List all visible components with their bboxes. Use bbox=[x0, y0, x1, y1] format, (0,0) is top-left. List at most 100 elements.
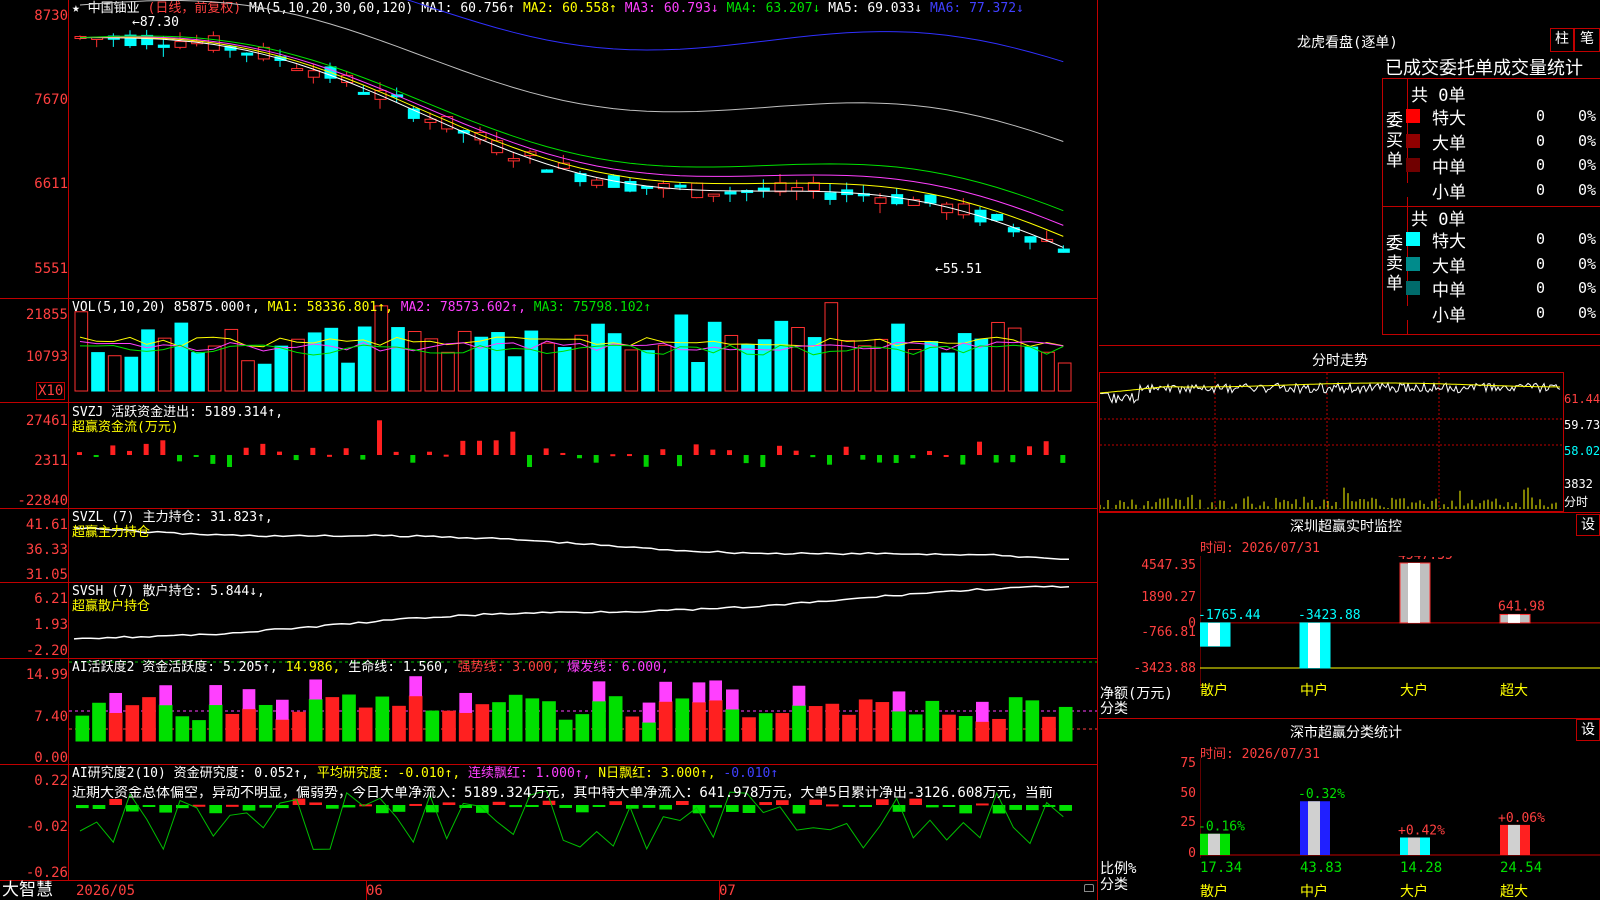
candle-body bbox=[157, 44, 170, 48]
research-bar bbox=[126, 805, 139, 812]
ratio-value-label: 14.28 bbox=[1400, 860, 1442, 876]
flow-bar bbox=[877, 455, 882, 463]
y-label: -2.20 bbox=[25, 643, 68, 659]
candle-body bbox=[1007, 227, 1020, 233]
pen-mode-button[interactable]: 笔 bbox=[1574, 28, 1600, 52]
chart-area[interactable]: 8730 7670 6611 5551 21855 10793 X10 2746… bbox=[0, 0, 1098, 900]
candle-body bbox=[774, 182, 787, 193]
app-logo: 大智慧 bbox=[2, 880, 53, 900]
ss-settings-button[interactable]: 设 bbox=[1576, 719, 1600, 741]
volume-bar bbox=[907, 348, 922, 392]
flow-bar bbox=[143, 443, 149, 455]
flow-bar bbox=[710, 449, 716, 455]
flow-bar bbox=[243, 447, 249, 455]
research-bar bbox=[226, 804, 239, 807]
volume-bar bbox=[524, 330, 539, 392]
research-bar bbox=[342, 805, 356, 808]
sz-settings-button[interactable]: 设 bbox=[1576, 514, 1600, 536]
sz-monitor-chart[interactable]: 4547.351890.270-766.81-3423.88-1765.44散户… bbox=[1200, 556, 1600, 696]
bar-mode-button[interactable]: 柱 bbox=[1550, 28, 1574, 52]
sell-row: 中单 0 0% bbox=[1406, 276, 1600, 301]
ai3-pane-title: AI研究度2(10) 资金研究度: 0.052↑, 平均研究度: -0.010↑… bbox=[72, 766, 779, 781]
volume-bar bbox=[791, 326, 805, 392]
research-bar bbox=[659, 805, 672, 810]
activity-bar bbox=[742, 717, 756, 742]
volume-bar bbox=[191, 352, 205, 392]
price-line bbox=[1100, 381, 1561, 404]
ai3-chart[interactable] bbox=[69, 765, 1097, 880]
volume-bar bbox=[1007, 327, 1022, 392]
row-name: 特大 bbox=[1432, 232, 1466, 252]
volume-bar bbox=[774, 320, 789, 392]
volume-bar bbox=[341, 362, 355, 392]
activity-top bbox=[459, 692, 472, 713]
volume-bar bbox=[1024, 346, 1039, 392]
ss-y-label: 0 bbox=[1188, 846, 1196, 861]
flow-bar bbox=[327, 454, 332, 457]
research-bar bbox=[209, 805, 222, 814]
flow-bar bbox=[510, 431, 516, 455]
row-count: 0 bbox=[1536, 230, 1546, 248]
flow-bar bbox=[1010, 455, 1016, 463]
activity-bar bbox=[608, 696, 623, 742]
volume-bar bbox=[91, 352, 105, 392]
row-count: 0 bbox=[1536, 156, 1546, 174]
ma-line bbox=[406, 0, 1064, 63]
activity-bar bbox=[242, 708, 256, 742]
research-bar bbox=[426, 805, 439, 813]
activity-bar bbox=[75, 715, 90, 742]
sell-row: 小单 0 0% bbox=[1406, 301, 1600, 326]
volume-bar bbox=[274, 345, 289, 392]
svzl-pane-sub: 超赢主力持仓 bbox=[72, 525, 151, 540]
activity-bar bbox=[925, 700, 940, 742]
volume-bar bbox=[707, 321, 722, 392]
intraday-chart[interactable] bbox=[1100, 373, 1562, 510]
research-bar bbox=[92, 805, 106, 809]
activity-bar bbox=[475, 704, 490, 742]
activity-bar bbox=[558, 719, 573, 742]
flow-bar bbox=[627, 454, 632, 457]
legend-swatch bbox=[1406, 158, 1420, 172]
volume-bar bbox=[691, 362, 705, 392]
volume-bar bbox=[991, 321, 1005, 392]
volume-bar bbox=[207, 345, 222, 392]
volume-bar bbox=[174, 322, 189, 392]
y-label: 1.93 bbox=[34, 617, 68, 633]
ma-line bbox=[79, 35, 1064, 212]
row-count: 0 bbox=[1536, 180, 1546, 199]
bar-value-label: -3423.88 bbox=[1298, 608, 1361, 623]
sz-y-label: -3423.88 bbox=[1133, 661, 1196, 676]
research-bar bbox=[242, 805, 256, 811]
category-label: 散户 bbox=[1200, 682, 1228, 696]
candlestick-chart[interactable] bbox=[69, 0, 1097, 298]
y-label: 8730 bbox=[34, 8, 68, 24]
activity-top bbox=[209, 685, 222, 706]
activity-bar bbox=[142, 697, 156, 742]
candle-body bbox=[307, 70, 320, 78]
candle-body bbox=[991, 213, 1004, 221]
flow-bar bbox=[727, 450, 732, 455]
flow-bar bbox=[177, 455, 182, 462]
flow-bar bbox=[1027, 446, 1032, 455]
row-pct: 0% bbox=[1578, 180, 1597, 199]
ss-stats-chart[interactable]: -0.16% 17.34 散户 -0.32% 43.83 中户 +0.42% 14.28 大户 +… bbox=[1200, 758, 1600, 900]
volume-bar bbox=[824, 302, 839, 392]
activity-bar bbox=[875, 702, 890, 742]
row-name: 小单 bbox=[1432, 182, 1466, 203]
y-label: 7.40 bbox=[34, 709, 68, 725]
y-label: -0.02 bbox=[25, 819, 68, 835]
volume-bar bbox=[74, 311, 89, 392]
flow-bar bbox=[260, 443, 266, 455]
y-label: -0.26 bbox=[25, 865, 68, 881]
activity-bar bbox=[1025, 700, 1040, 742]
legend-swatch bbox=[1406, 109, 1420, 123]
change-label: -0.32% bbox=[1298, 787, 1345, 802]
row-name: 小单 bbox=[1432, 305, 1466, 326]
volume-bar bbox=[107, 355, 122, 392]
flow-bar bbox=[193, 455, 199, 457]
activity-bar bbox=[392, 705, 406, 742]
category-label: 大户 bbox=[1400, 883, 1428, 900]
activity-bar bbox=[108, 712, 123, 742]
research-bar bbox=[626, 805, 639, 809]
flow-bar bbox=[360, 455, 366, 460]
